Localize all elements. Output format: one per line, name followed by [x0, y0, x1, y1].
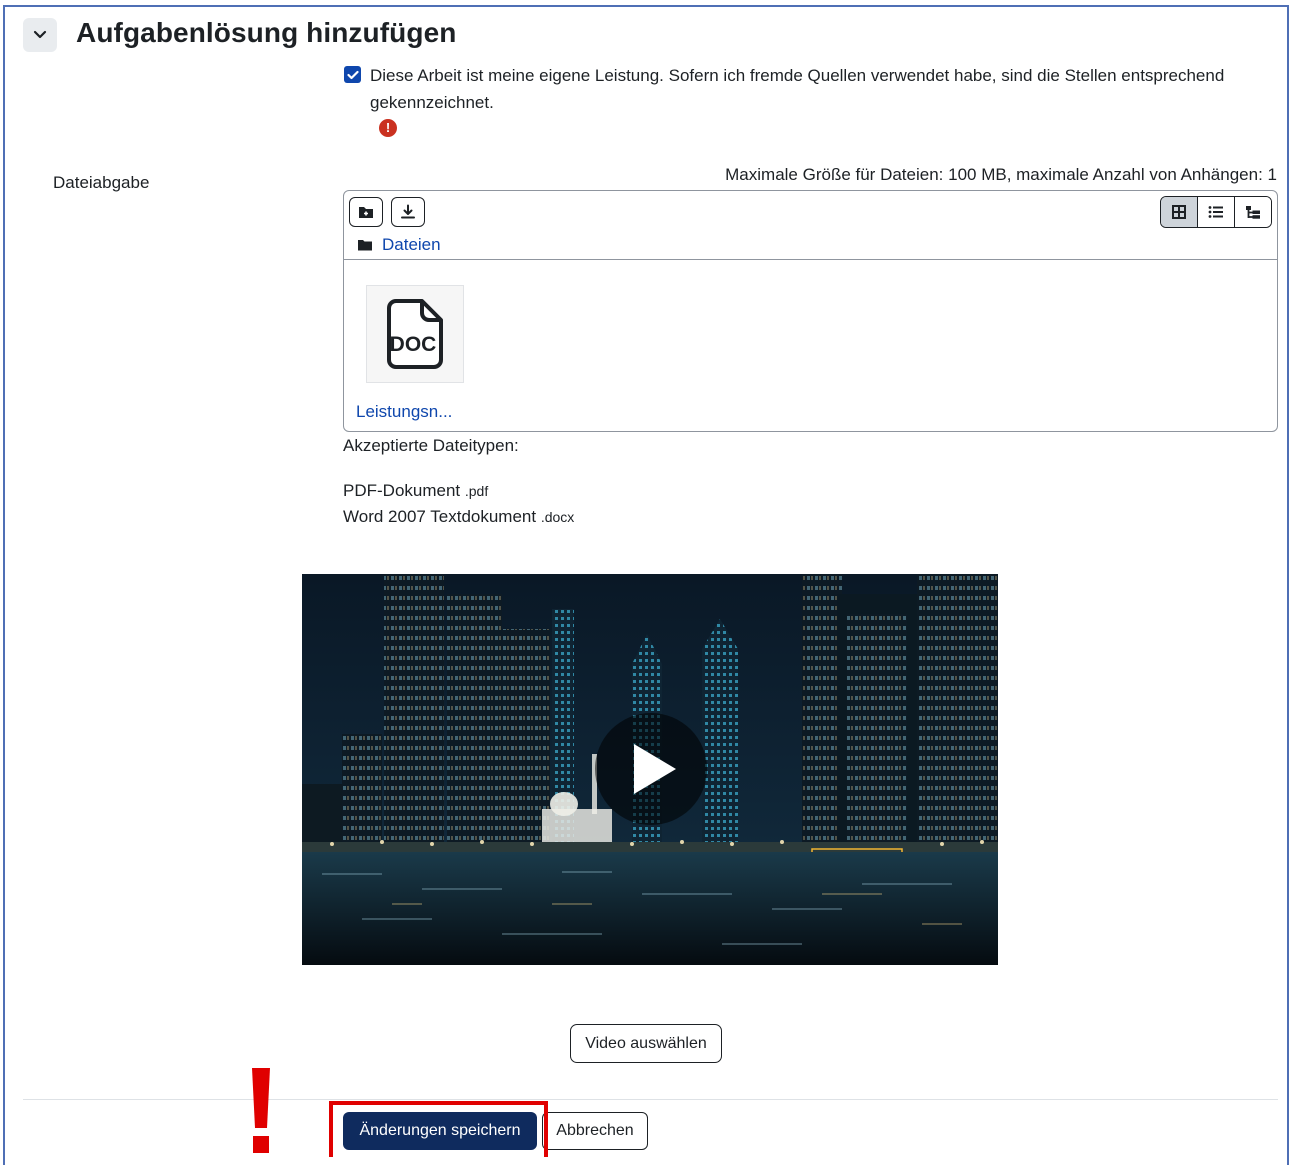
doc-icon-text: DOC: [390, 333, 437, 356]
file-picker: Dateien DOC Leistungsn...: [343, 190, 1278, 432]
exclamation-annotation: [252, 1068, 270, 1153]
accepted-type-ext: .docx: [540, 509, 575, 525]
folder-icon: [358, 240, 372, 251]
add-file-button[interactable]: [349, 197, 383, 227]
tree-view-button[interactable]: [1234, 197, 1271, 227]
file-picker-divider: [344, 259, 1277, 260]
file-limits-text: Maximale Größe für Dateien: 100 MB, maxi…: [725, 165, 1277, 184]
accepted-type-name: PDF-Dokument: [343, 481, 461, 500]
list-view-icon: [1208, 206, 1223, 218]
list-view-button[interactable]: [1197, 197, 1234, 227]
grid-view-button[interactable]: [1161, 197, 1197, 227]
section-title: Aufgabenlösung hinzufügen: [76, 17, 457, 48]
play-icon[interactable]: [595, 713, 707, 825]
own-work-label: Diese Arbeit ist meine eigene Leistung. …: [370, 66, 1225, 112]
doc-file-icon: DOC: [387, 299, 443, 369]
chevron-down-icon: [33, 30, 47, 39]
accepted-type-item: Word 2007 Textdokument .docx: [343, 507, 574, 527]
file-path-breadcrumb: Dateien: [358, 235, 441, 255]
add-folder-icon: [359, 207, 373, 218]
accepted-type-ext: .pdf: [464, 483, 489, 499]
own-work-checkbox[interactable]: [344, 66, 361, 83]
select-video-button[interactable]: Video auswählen: [570, 1024, 722, 1063]
accepted-type-name: Word 2007 Textdokument: [343, 507, 537, 526]
collapse-section-button[interactable]: [23, 18, 57, 52]
grid-view-icon: [1172, 205, 1186, 219]
download-icon: [401, 204, 415, 219]
form-actions-divider: [23, 1099, 1278, 1100]
accepted-types-title: Akzeptierte Dateitypen:: [343, 436, 519, 455]
file-submission-label: Dateiabgabe: [53, 173, 150, 192]
view-mode-group: [1160, 196, 1272, 228]
path-link-files[interactable]: Dateien: [382, 235, 441, 255]
accepted-type-item: PDF-Dokument .pdf: [343, 481, 488, 501]
cancel-button[interactable]: Abbrechen: [542, 1112, 648, 1150]
download-all-button[interactable]: [391, 197, 425, 227]
file-name-link[interactable]: Leistungsn...: [356, 402, 452, 422]
video-player[interactable]: [302, 574, 998, 965]
error-icon: !: [379, 119, 397, 137]
save-changes-button[interactable]: Änderungen speichern: [343, 1112, 537, 1150]
video-thumbnail: [302, 574, 998, 965]
tree-view-icon: [1246, 205, 1260, 219]
checkmark-icon: [346, 70, 359, 79]
file-thumbnail[interactable]: DOC: [366, 285, 464, 383]
